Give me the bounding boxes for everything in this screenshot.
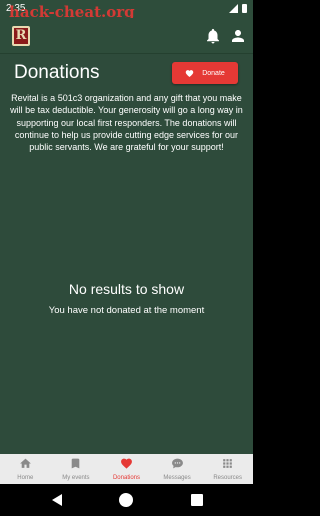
nav-item-messages[interactable]: Messages — [152, 454, 203, 484]
nav-label: Home — [17, 475, 34, 481]
signal-icon — [229, 4, 238, 13]
nav-item-donations[interactable]: Donations — [101, 454, 152, 484]
back-icon[interactable] — [52, 494, 62, 506]
home-circle-icon[interactable] — [119, 493, 133, 507]
screen: 2:35 hack-cheat.org R Donations Donate R… — [0, 0, 253, 516]
nav-label: Donations — [112, 475, 140, 481]
donate-button[interactable]: Donate — [172, 62, 238, 84]
donations-content: Donations Donate Revital is a 501c3 orga… — [0, 54, 253, 454]
system-nav-bar — [0, 484, 253, 516]
nav-label: Resources — [213, 475, 243, 481]
nav-label: My events — [62, 475, 90, 481]
nav-item-home[interactable]: Home — [0, 454, 51, 484]
status-bar: 2:35 hack-cheat.org — [0, 0, 253, 21]
donations-description: Revital is a 501c3 organization and any … — [10, 93, 243, 153]
home-icon — [19, 458, 31, 468]
chat-bubble-icon — [171, 458, 183, 469]
bell-icon[interactable] — [204, 27, 222, 45]
heart-icon — [185, 69, 194, 77]
nav-item-resources[interactable]: Resources — [202, 454, 253, 484]
grid-icon — [223, 459, 233, 468]
recent-apps-icon[interactable] — [191, 494, 203, 506]
donate-button-label: Donate — [202, 69, 225, 77]
bottom-nav: Home My events Donations Messages Resour… — [0, 454, 253, 484]
battery-icon — [242, 4, 247, 13]
heart-icon — [121, 458, 132, 469]
empty-state-subtitle: You have not donated at the moment — [48, 305, 205, 316]
bookmark-icon — [72, 458, 80, 469]
app-bar: R — [0, 18, 253, 54]
status-indicators — [229, 4, 247, 13]
app-logo[interactable]: R — [12, 26, 30, 46]
empty-state-title: No results to show — [68, 281, 185, 297]
nav-item-my-events[interactable]: My events — [51, 454, 102, 484]
page-title: Donations — [14, 62, 100, 83]
nav-label: Messages — [163, 475, 191, 481]
person-icon[interactable] — [229, 27, 247, 45]
